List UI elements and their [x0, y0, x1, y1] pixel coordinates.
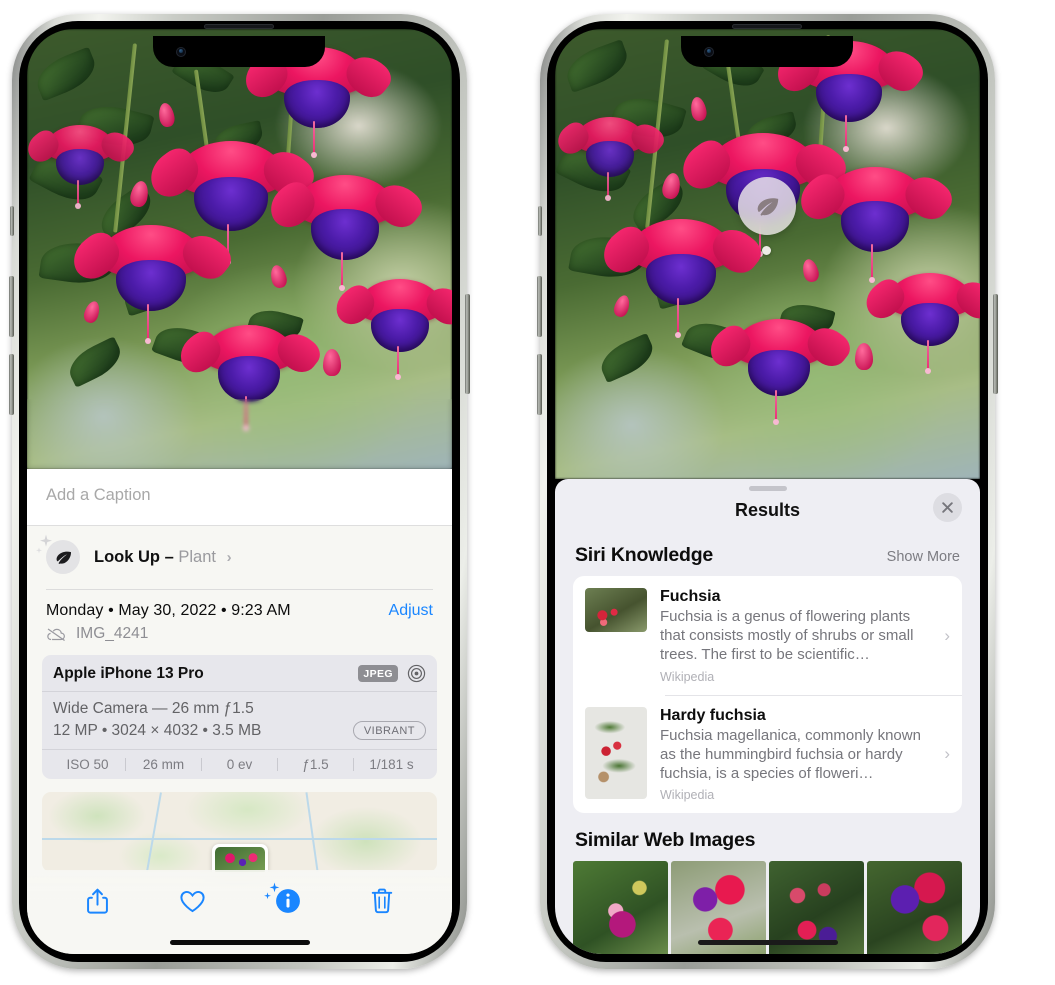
- sheet-header: Results: [555, 491, 980, 534]
- home-indicator[interactable]: [169, 940, 310, 945]
- exif-focal: 26 mm: [142, 757, 185, 772]
- adjust-button[interactable]: Adjust: [389, 602, 433, 620]
- iphone-device-right: Results Siri Knowledge Show More Fuchsia…: [537, 14, 998, 969]
- camera-card-body: Wide Camera — 26 mm ƒ1.5 12 MP • 3024 × …: [42, 692, 437, 749]
- look-up-title: Look Up –: [94, 547, 174, 566]
- pin-image: [214, 847, 265, 872]
- siri-knowledge-card: Fuchsia Fuchsia is a genus of flowering …: [573, 576, 962, 814]
- info-button[interactable]: [264, 882, 301, 914]
- camera-header-badges: JPEG: [358, 664, 426, 683]
- volume-up-button[interactable]: [9, 276, 14, 337]
- screen-left: Add a Caption Look Up – Plant › Monday •…: [27, 29, 452, 954]
- device-notch-right: [681, 24, 853, 67]
- photo-thumbnail-pin[interactable]: [211, 844, 268, 872]
- sparkle-small-icon: [36, 547, 42, 554]
- date-row: Monday • May 30, 2022 • 9:23 AM Adjust: [27, 589, 452, 620]
- front-camera-icon: [176, 47, 186, 57]
- photographic-style-badge: VIBRANT: [352, 721, 426, 740]
- mute-switch[interactable]: [10, 206, 14, 236]
- knowledge-description: Fuchsia magellanica, commonly known as t…: [660, 726, 921, 782]
- exif-iso: ISO 50: [66, 757, 109, 772]
- knowledge-item[interactable]: Fuchsia Fuchsia is a genus of flowering …: [573, 576, 962, 695]
- photo-viewer[interactable]: [27, 29, 452, 469]
- photo-viewer[interactable]: [555, 29, 980, 479]
- knowledge-source: Wikipedia: [660, 788, 715, 803]
- volume-down-button[interactable]: [537, 354, 542, 415]
- exif-row: ISO 50 26 mm 0 ev ƒ1.5 1/181 s: [42, 749, 437, 779]
- knowledge-title: Hardy fuchsia: [660, 706, 766, 724]
- photo-date: Monday • May 30, 2022 • 9:23 AM: [46, 602, 291, 619]
- caption-field-row[interactable]: Add a Caption: [27, 469, 452, 526]
- leaf-icon: [56, 551, 71, 564]
- aperture-icon: [407, 664, 426, 683]
- photo-location-map[interactable]: [42, 792, 437, 872]
- camera-info-card: Apple iPhone 13 Pro JPEG Wide Camera — 2…: [42, 655, 437, 779]
- front-camera-icon: [704, 47, 714, 57]
- camera-model: Apple iPhone 13 Pro: [53, 664, 204, 682]
- chevron-right-icon: ›: [226, 548, 232, 566]
- siri-knowledge-header: Siri Knowledge Show More: [555, 534, 980, 576]
- show-more-button[interactable]: Show More: [887, 549, 960, 565]
- heart-icon: [180, 890, 205, 912]
- trash-icon: [371, 888, 392, 914]
- sparkle-small-icon: [264, 892, 271, 900]
- knowledge-source: Wikipedia: [660, 669, 715, 684]
- look-up-leaf-badge: [36, 534, 80, 574]
- iphone-device-left: Add a Caption Look Up – Plant › Monday •…: [9, 14, 470, 969]
- results-sheet: Results Siri Knowledge Show More Fuchsia…: [555, 479, 980, 954]
- mute-switch[interactable]: [538, 206, 542, 236]
- hardy-fuchsia-thumbnail: [585, 706, 647, 799]
- delete-button[interactable]: [370, 887, 394, 915]
- web-image-1[interactable]: [573, 861, 668, 954]
- exif-exposure: 0 ev: [226, 757, 253, 772]
- knowledge-item[interactable]: Hardy fuchsia Fuchsia magellanica, commo…: [573, 694, 962, 814]
- chevron-right-icon: ›: [944, 625, 950, 645]
- sheet-title: Results: [734, 500, 801, 520]
- volume-up-button[interactable]: [537, 276, 542, 337]
- visual-look-up-badge[interactable]: [738, 177, 796, 235]
- photo-info-pane: Add a Caption Look Up – Plant › Monday •…: [27, 469, 452, 954]
- format-badge: JPEG: [358, 665, 398, 682]
- screen-right: Results Siri Knowledge Show More Fuchsia…: [555, 29, 980, 954]
- file-name: IMG_4241: [76, 625, 149, 642]
- home-indicator[interactable]: [697, 940, 838, 945]
- camera-card-header: Apple iPhone 13 Pro JPEG: [42, 655, 437, 692]
- knowledge-title: Fuchsia: [660, 588, 721, 605]
- earpiece-speaker: [732, 24, 802, 29]
- exif-aperture: ƒ1.5: [302, 757, 329, 772]
- visual-look-up-anchor-dot: [762, 246, 771, 255]
- look-up-subject: Plant: [178, 547, 216, 566]
- device-notch-left: [153, 24, 325, 67]
- close-icon: [942, 502, 953, 513]
- similar-web-images-title: Similar Web Images: [575, 829, 756, 852]
- caption-input[interactable]: Add a Caption: [46, 486, 433, 505]
- knowledge-description: Fuchsia is a genus of flowering plants t…: [660, 608, 914, 664]
- look-up-row[interactable]: Look Up – Plant ›: [27, 526, 452, 589]
- power-button[interactable]: [993, 294, 998, 394]
- share-button[interactable]: [85, 887, 110, 916]
- exif-shutter: 1/181 s: [369, 757, 414, 772]
- fuchsia-thumbnail: [585, 588, 647, 632]
- volume-down-button[interactable]: [9, 354, 14, 415]
- share-icon: [87, 888, 109, 914]
- close-button[interactable]: [933, 493, 962, 522]
- chevron-right-icon: ›: [944, 744, 950, 764]
- lens-info: Wide Camera — 26 mm ƒ1.5: [53, 700, 254, 717]
- favorite-button[interactable]: [179, 889, 206, 914]
- image-specs: 12 MP • 3024 × 4032 • 3.5 MB: [53, 721, 262, 739]
- web-image-4[interactable]: [867, 861, 962, 954]
- file-row: IMG_4241: [27, 620, 452, 655]
- leaf-icon: [757, 197, 778, 216]
- earpiece-speaker: [204, 24, 274, 29]
- cloud-slash-icon: [47, 628, 65, 641]
- siri-knowledge-title: Siri Knowledge: [575, 544, 714, 566]
- power-button[interactable]: [465, 294, 470, 394]
- look-up-label: Look Up – Plant ›: [94, 548, 232, 567]
- similar-web-images-header: Similar Web Images: [555, 813, 980, 861]
- photo-bottom-blur: [27, 399, 452, 469]
